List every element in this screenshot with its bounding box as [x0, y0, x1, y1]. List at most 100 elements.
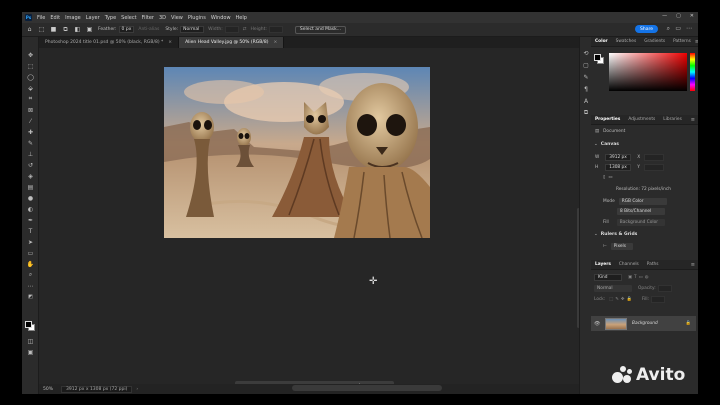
height-input[interactable]: 1308 px: [605, 164, 632, 171]
rectangle-tool-icon[interactable]: ▭: [26, 249, 35, 257]
panel-menu-icon[interactable]: ≡: [695, 39, 698, 45]
default-colors-icon[interactable]: ◩: [26, 293, 35, 301]
tab-paths[interactable]: Paths: [643, 262, 663, 267]
filter-icons[interactable]: ▣T▭◍: [628, 275, 651, 280]
menu-layer[interactable]: Layer: [86, 15, 100, 21]
new-selection-icon[interactable]: ■: [50, 26, 57, 33]
layer-name[interactable]: Background: [632, 321, 658, 326]
subtract-selection-icon[interactable]: ◧: [74, 26, 81, 33]
frame-tool-icon[interactable]: ⊠: [26, 106, 35, 114]
blur-tool-icon[interactable]: ●: [26, 194, 35, 202]
layer-filter-kind[interactable]: Kind: [594, 274, 622, 281]
tab-gradients[interactable]: Gradients: [640, 39, 669, 44]
fill-input[interactable]: [651, 296, 666, 303]
brush-settings-icon[interactable]: ✎: [582, 73, 590, 81]
character-icon[interactable]: A: [582, 97, 590, 105]
path-select-icon[interactable]: ➤: [26, 238, 35, 246]
foreground-color-chip[interactable]: [594, 54, 601, 61]
orientation-landscape-icon[interactable]: ▭: [608, 175, 612, 180]
quick-mask-icon[interactable]: ◫: [26, 337, 35, 345]
fill-select[interactable]: Background Color: [616, 219, 665, 226]
more-tools-icon[interactable]: ⋯: [26, 282, 35, 290]
menu-file[interactable]: File: [37, 15, 45, 21]
chevron-down-icon[interactable]: ⌄: [594, 142, 598, 147]
close-tab-icon[interactable]: ×: [168, 40, 172, 45]
height-input[interactable]: [268, 26, 283, 33]
lasso-tool-icon[interactable]: ◯: [26, 73, 35, 81]
color-field[interactable]: [609, 53, 687, 91]
more-icon[interactable]: ⋯: [686, 25, 692, 32]
tab-channels[interactable]: Channels: [615, 262, 643, 267]
zoom-level[interactable]: 50%: [43, 387, 53, 392]
workspace-icon[interactable]: ▭: [675, 25, 681, 32]
minimize-icon[interactable]: —: [662, 13, 667, 19]
eraser-tool-icon[interactable]: ◈: [26, 172, 35, 180]
visibility-eye-icon[interactable]: 👁: [594, 321, 603, 327]
intersect-selection-icon[interactable]: ▣: [86, 26, 93, 33]
chevron-down-icon[interactable]: ⌄: [594, 232, 598, 237]
tab-color[interactable]: Color: [591, 39, 612, 44]
search-icon[interactable]: ⌕: [667, 25, 670, 33]
crop-tool-icon[interactable]: ⌗: [26, 95, 35, 103]
tab-adjustments[interactable]: Adjustments: [624, 117, 659, 122]
close-tab-icon[interactable]: ×: [273, 40, 277, 45]
tab-alien-head-valley[interactable]: Alien Head Valley.jpg @ 50% (RGB/8) ×: [179, 37, 285, 48]
comments-icon[interactable]: ▢: [582, 61, 590, 69]
lock-icon[interactable]: 🔒: [686, 321, 691, 326]
units-select[interactable]: Pixels: [610, 243, 633, 250]
glyphs-icon[interactable]: ⧉: [582, 109, 590, 117]
chevron-right-icon[interactable]: ›: [136, 387, 138, 392]
lock-icons[interactable]: ⬚✎✥🔒: [609, 297, 634, 302]
width-input[interactable]: 3912 px: [605, 154, 632, 161]
clone-stamp-icon[interactable]: ⊥: [26, 150, 35, 158]
history-brush-icon[interactable]: ↺: [26, 161, 35, 169]
document-image[interactable]: [164, 67, 430, 238]
paragraph-icon[interactable]: ¶: [582, 85, 590, 93]
width-input[interactable]: [224, 26, 239, 33]
marquee-tool-icon[interactable]: ⬚: [38, 26, 45, 33]
canvas-area[interactable]: ✛ ⋮ ⛶ Select subject ▨ Remove background…: [39, 48, 580, 394]
x-input[interactable]: [644, 154, 665, 161]
y-input[interactable]: [643, 164, 664, 171]
blend-mode-select[interactable]: Normal: [594, 285, 632, 292]
type-tool-icon[interactable]: T: [26, 227, 35, 235]
menu-type[interactable]: Type: [105, 15, 116, 21]
orientation-portrait-icon[interactable]: ▯: [603, 175, 605, 180]
dodge-tool-icon[interactable]: ◐: [26, 205, 35, 213]
opacity-input[interactable]: [657, 285, 672, 292]
menu-help[interactable]: Help: [236, 15, 247, 21]
home-icon[interactable]: ⌂: [26, 26, 33, 33]
marquee-tool-icon[interactable]: ⬚: [26, 62, 35, 70]
tab-swatches[interactable]: Swatches: [612, 39, 641, 44]
screen-mode-icon[interactable]: ▣: [26, 348, 35, 356]
swap-icon[interactable]: ⇄: [243, 27, 247, 32]
menu-image[interactable]: Image: [65, 15, 81, 21]
tab-layers[interactable]: Layers: [591, 262, 615, 267]
tab-patterns[interactable]: Patterns: [669, 39, 695, 44]
panel-menu-icon[interactable]: ≡: [691, 117, 695, 123]
zoom-tool-icon[interactable]: ⌕: [26, 271, 35, 279]
document-info[interactable]: 3912 px x 1308 px (72 ppi): [61, 385, 133, 393]
move-tool-icon[interactable]: ✥: [26, 51, 35, 59]
menu-plugins[interactable]: Plugins: [188, 15, 206, 21]
mode-select[interactable]: RGB Color: [618, 198, 667, 205]
foreground-color-swatch[interactable]: [25, 321, 32, 328]
bit-depth-select[interactable]: 8 Bits/Channel: [617, 208, 665, 215]
tab-libraries[interactable]: Libraries: [659, 117, 686, 122]
brush-tool-icon[interactable]: ✎: [26, 139, 35, 147]
close-icon[interactable]: ✕: [690, 13, 694, 19]
history-icon[interactable]: ⟲: [582, 49, 590, 57]
style-select[interactable]: Normal: [180, 26, 205, 33]
object-select-icon[interactable]: ⬙: [26, 84, 35, 92]
layer-row-background[interactable]: 👁 Background 🔒: [591, 316, 696, 331]
menu-select[interactable]: Select: [121, 15, 136, 21]
horizontal-scrollbar[interactable]: [292, 385, 442, 391]
gradient-tool-icon[interactable]: ▤: [26, 183, 35, 191]
tab-properties[interactable]: Properties: [591, 117, 624, 122]
hue-slider[interactable]: [690, 53, 695, 91]
menu-window[interactable]: Window: [211, 15, 231, 21]
menu-filter[interactable]: Filter: [142, 15, 154, 21]
eyedropper-icon[interactable]: ⁄: [26, 117, 35, 125]
share-button[interactable]: Share: [635, 25, 658, 33]
panel-menu-icon[interactable]: ≡: [691, 262, 695, 268]
